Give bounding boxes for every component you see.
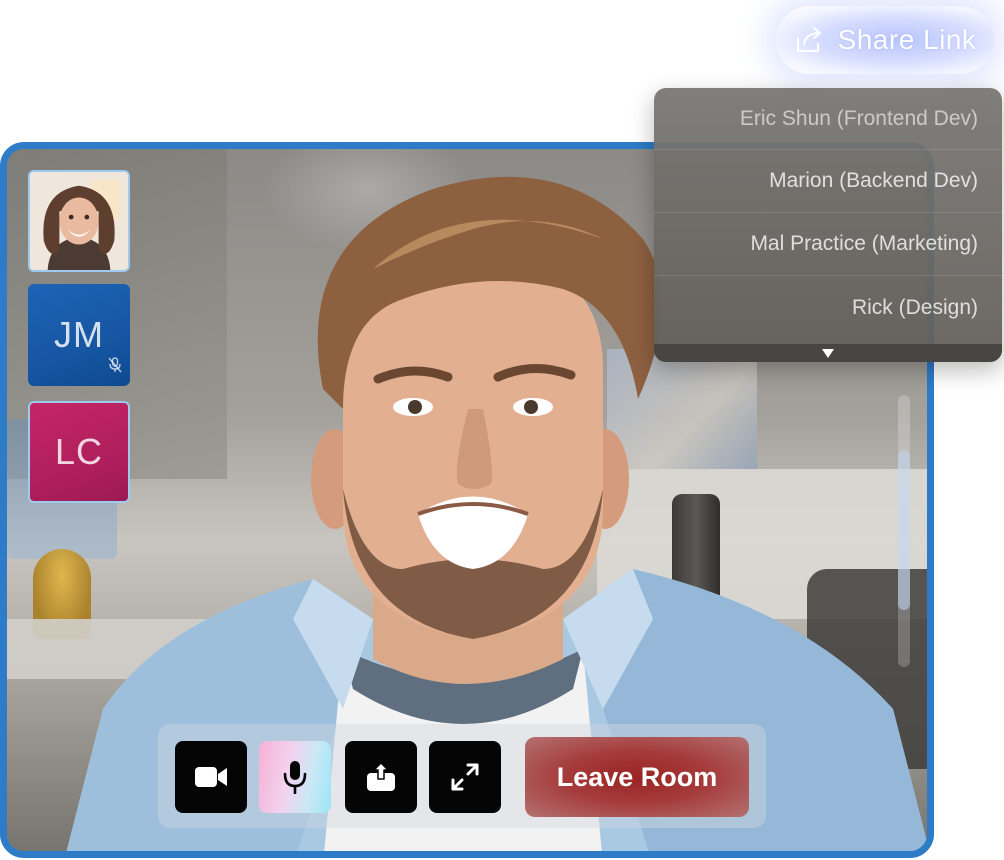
participant-initials: LC [54, 431, 104, 472]
participant-dropdown: Eric Shun (Frontend Dev) Marion (Backend… [654, 88, 1002, 362]
dropdown-expand-button[interactable] [654, 344, 1002, 362]
participant-thumbnail-lc[interactable]: LC [28, 401, 130, 503]
video-call-app: JM LC Share Link Eric Shun (Frontend Dev… [0, 0, 1004, 860]
share-link-button[interactable]: Share Link [776, 6, 994, 74]
leave-room-button[interactable]: Leave Room [525, 737, 749, 817]
participant-item[interactable]: Rick (Design) [654, 276, 1002, 339]
participant-item[interactable]: Mal Practice (Marketing) [654, 213, 1002, 276]
share-external-icon [794, 26, 824, 54]
share-screen-button[interactable] [345, 741, 417, 813]
microphone-muted-icon [108, 357, 122, 378]
call-controls-bar: Leave Room [158, 724, 766, 828]
participant-thumbnail-jm[interactable]: JM [28, 284, 130, 386]
participants-scrollbar[interactable] [898, 395, 910, 667]
participant-item[interactable]: Marion (Backend Dev) [654, 150, 1002, 213]
microphone-toggle-button[interactable] [259, 741, 331, 813]
share-link-label: Share Link [837, 24, 977, 55]
participant-thumbnail-photo[interactable] [28, 170, 130, 272]
participant-item[interactable]: Eric Shun (Frontend Dev) [654, 88, 1002, 150]
triangle-down-icon [822, 348, 834, 358]
share-screen-icon [367, 762, 395, 791]
fullscreen-icon [451, 763, 479, 791]
fullscreen-button[interactable] [429, 741, 501, 813]
camera-toggle-button[interactable] [175, 741, 247, 813]
scrollbar-thumb[interactable] [898, 450, 910, 610]
participant-avatar-photo [30, 172, 128, 270]
video-camera-icon [195, 767, 227, 787]
microphone-icon [283, 761, 307, 794]
